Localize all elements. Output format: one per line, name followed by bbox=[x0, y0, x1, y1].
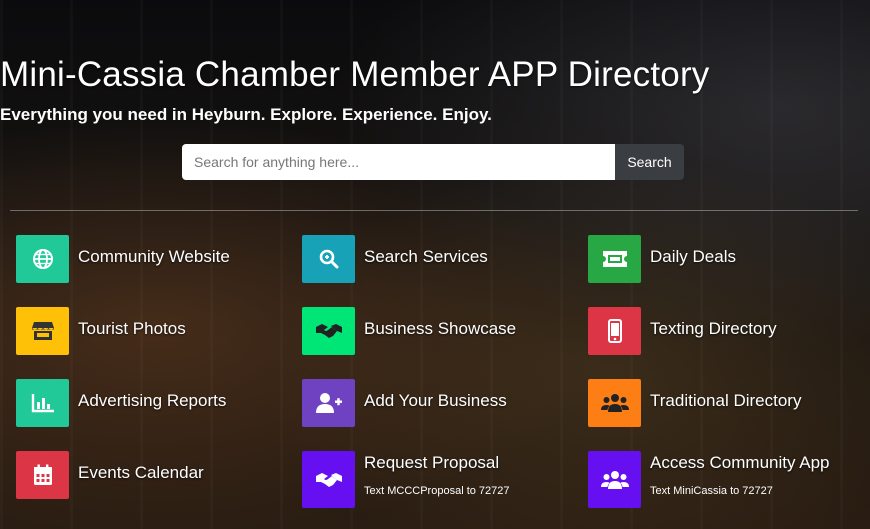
store-icon bbox=[16, 307, 69, 355]
tile-label: Advertising Reports bbox=[78, 391, 227, 410]
tile-events-calendar[interactable]: Events Calendar bbox=[16, 451, 204, 499]
tile-label: Access Community App bbox=[650, 453, 830, 472]
page-subtitle: Everything you need in Heyburn. Explore.… bbox=[0, 105, 492, 124]
page-title: Mini-Cassia Chamber Member APP Directory bbox=[0, 55, 710, 94]
tile-label: Texting Directory bbox=[650, 319, 777, 338]
tile-label: Business Showcase bbox=[364, 319, 517, 338]
divider bbox=[10, 210, 858, 211]
search-input[interactable] bbox=[182, 144, 615, 180]
tile-label: Events Calendar bbox=[78, 463, 204, 482]
search-icon bbox=[302, 235, 355, 283]
tile-texting-directory[interactable]: Texting Directory bbox=[588, 307, 777, 355]
tile-advertising-reports[interactable]: Advertising Reports bbox=[16, 379, 226, 427]
tile-request-proposal[interactable]: Request Proposal Text MCCCProposal to 72… bbox=[302, 451, 510, 508]
tile-label: Traditional Directory bbox=[650, 391, 802, 410]
handshake-icon bbox=[302, 451, 355, 508]
tile-label: Tourist Photos bbox=[78, 319, 186, 338]
tile-traditional-directory[interactable]: Traditional Directory bbox=[588, 379, 801, 427]
ticket-icon bbox=[588, 235, 641, 283]
tile-business-showcase[interactable]: Business Showcase bbox=[302, 307, 516, 355]
user-plus-icon bbox=[302, 379, 355, 427]
tile-label: Community Website bbox=[78, 247, 230, 266]
tile-access-community-app[interactable]: Access Community App Text MiniCassia to … bbox=[588, 451, 830, 508]
tile-sublabel: Text MiniCassia to 72727 bbox=[650, 485, 773, 497]
calendar-icon bbox=[16, 451, 69, 499]
tile-label: Request Proposal bbox=[364, 453, 500, 472]
tile-label: Add Your Business bbox=[364, 391, 507, 410]
tile-tourist-photos[interactable]: Tourist Photos bbox=[16, 307, 186, 355]
tile-community-website[interactable]: Community Website bbox=[16, 235, 230, 283]
globe-icon bbox=[16, 235, 69, 283]
chart-icon bbox=[16, 379, 69, 427]
tile-label: Search Services bbox=[364, 247, 488, 266]
search-bar: Search bbox=[182, 144, 684, 180]
users-icon bbox=[588, 379, 641, 427]
mobile-icon bbox=[588, 307, 641, 355]
tile-label: Daily Deals bbox=[650, 247, 736, 266]
users-icon bbox=[588, 451, 641, 508]
search-button[interactable]: Search bbox=[615, 144, 684, 180]
handshake-icon bbox=[302, 307, 355, 355]
tile-search-services[interactable]: Search Services bbox=[302, 235, 488, 283]
tile-add-your-business[interactable]: Add Your Business bbox=[302, 379, 507, 427]
tile-sublabel: Text MCCCProposal to 72727 bbox=[364, 485, 510, 497]
tile-daily-deals[interactable]: Daily Deals bbox=[588, 235, 736, 283]
